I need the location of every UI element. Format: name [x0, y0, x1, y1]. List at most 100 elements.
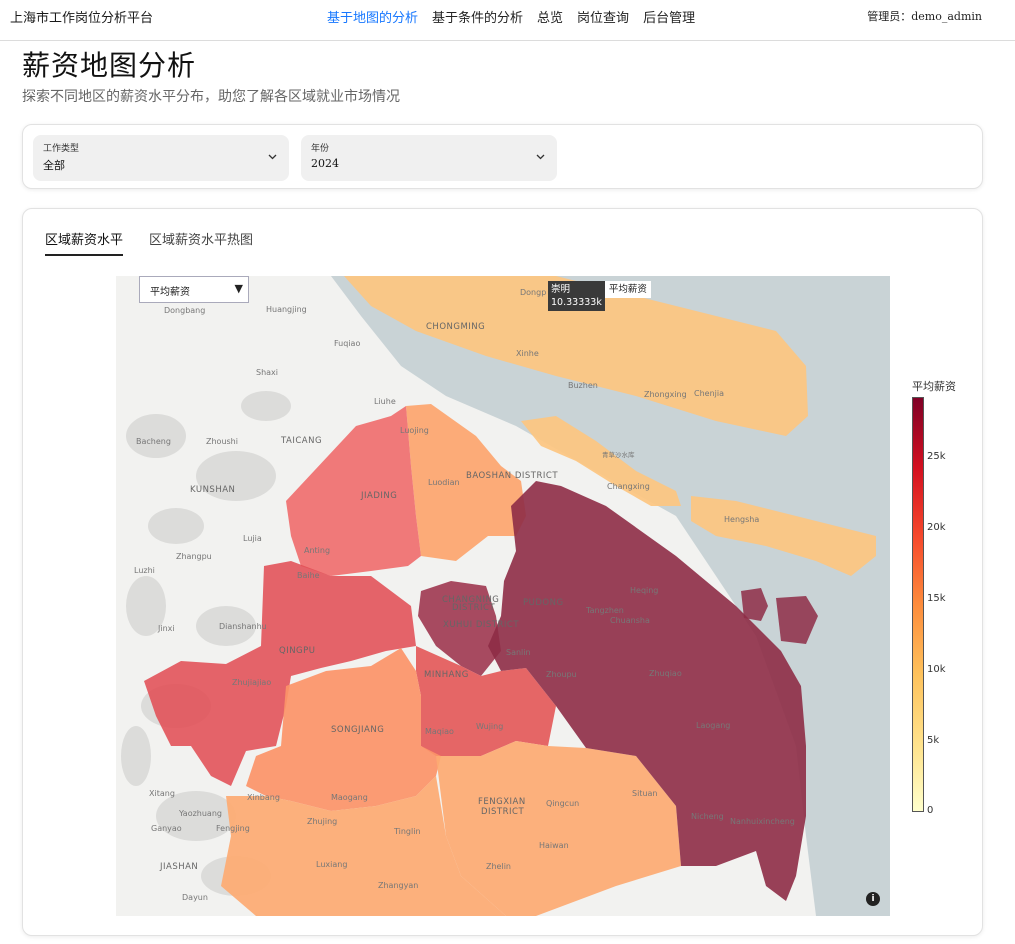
place-label-zhoushi: Zhoushi — [206, 437, 238, 446]
place-label-nanhuixincheng: Nanhuixincheng — [730, 817, 795, 826]
job-type-value: 全部 — [43, 159, 65, 172]
metric-dropdown[interactable]: 平均薪资 ▼ — [139, 276, 249, 303]
metric-dropdown-value: 平均薪资 — [150, 287, 190, 298]
legend-tick-25k: 25k — [927, 451, 946, 462]
year-select[interactable]: 年份 2024 — [301, 135, 557, 181]
place-label-zhuqiao: Zhuqiao — [649, 669, 682, 678]
place-label-jiashan: JIASHAN — [159, 862, 198, 872]
tooltip-body: 崇明 10.33333k — [548, 281, 605, 311]
place-label-xinhe: Xinhe — [516, 349, 539, 358]
salary-choropleth-map[interactable]: Dongbang Huangjing Fuqiao Shaxi Liuhe Ba… — [116, 276, 890, 916]
main-nav: 基于地图的分析 基于条件的分析 总览 岗位查询 后台管理 — [327, 7, 695, 26]
tab-region-salary-heatmap[interactable]: 区域薪资水平热图 — [149, 229, 253, 256]
place-label-sanlin: Sanlin — [506, 648, 531, 657]
place-label-maogang: Maogang — [331, 793, 368, 802]
place-label-lujia: Lujia — [243, 534, 262, 543]
place-label-kunshan: KUNSHAN — [190, 485, 235, 495]
place-label-fengxian: FENGXIAN — [478, 797, 526, 807]
place-label-wujing: Wujing — [476, 722, 503, 731]
place-label-minhang: MINHANG — [424, 670, 469, 680]
page-subtitle: 探索不同地区的薪资水平分布，助您了解各区域就业市场情况 — [22, 89, 400, 105]
place-label-nicheng: Nicheng — [691, 812, 724, 821]
place-label-shaxi: Shaxi — [256, 368, 278, 377]
place-label-qingcaosha: 青草沙水库 — [602, 450, 635, 459]
legend-tick-5k: 5k — [927, 735, 940, 746]
place-label-fengxian-district: DISTRICT — [481, 807, 524, 817]
place-label-chenjia: Chenjia — [694, 389, 724, 398]
place-label-fengjing: Fengjing — [216, 824, 250, 833]
place-label-luzhi: Luzhi — [134, 566, 155, 575]
tooltip-metric-name: 平均薪资 — [604, 281, 651, 298]
brand-title[interactable]: 上海市工作岗位分析平台 — [10, 7, 153, 26]
place-label-laogang: Laogang — [696, 721, 730, 730]
place-label-dianshanhu: Dianshanhu — [219, 622, 267, 631]
place-label-baihe: Baihe — [297, 571, 320, 580]
place-label-dongbang: Dongbang — [164, 306, 205, 315]
place-label-taicang: TAICANG — [280, 436, 322, 446]
colorbar — [912, 397, 924, 812]
legend-tick-0: 0 — [927, 805, 934, 816]
place-label-fuqiao: Fuqiao — [334, 339, 360, 348]
place-label-yaozhuang: Yaozhuang — [178, 809, 222, 818]
chevron-down-icon — [536, 152, 545, 163]
place-label-anting: Anting — [304, 546, 330, 555]
place-label-songjiang: SONGJIANG — [331, 725, 384, 735]
place-label-maqiao: Maqiao — [425, 727, 454, 736]
place-label-bacheng: Bacheng — [136, 437, 171, 446]
place-label-tinglin: Tinglin — [393, 827, 421, 836]
place-label-dayun: Dayun — [182, 893, 208, 902]
place-label-zhujing: Zhujing — [307, 817, 337, 826]
place-label-ganyao: Ganyao — [151, 824, 182, 833]
job-type-label: 工作类型 — [43, 144, 80, 154]
page-title: 薪资地图分析 — [22, 49, 197, 82]
place-label-buzhen: Buzhen — [568, 381, 598, 390]
place-label-jinxi: Jinxi — [157, 624, 175, 633]
chevron-down-icon — [268, 152, 277, 163]
nav-overview[interactable]: 总览 — [537, 7, 563, 26]
triangle-down-icon: ▼ — [234, 282, 243, 295]
place-label-zhangpu: Zhangpu — [176, 552, 212, 561]
place-label-chongming: CHONGMING — [426, 322, 485, 332]
tooltip-value: 10.33333k — [551, 297, 602, 308]
tab-region-salary[interactable]: 区域薪资水平 — [45, 229, 124, 256]
place-label-qingcun: Qingcun — [546, 799, 579, 808]
place-label-baoshan: BAOSHAN DISTRICT — [466, 471, 558, 481]
map-canvas[interactable]: Dongbang Huangjing Fuqiao Shaxi Liuhe Ba… — [116, 276, 890, 916]
place-label-luojing: Luojing — [400, 426, 429, 435]
legend-title: 平均薪资 — [912, 380, 956, 393]
place-label-zhelin: Zhelin — [486, 862, 511, 871]
legend-tick-15k: 15k — [927, 593, 946, 604]
place-label-zhangyan: Zhangyan — [378, 881, 418, 890]
top-navbar: 上海市工作岗位分析平台 基于地图的分析 基于条件的分析 总览 岗位查询 后台管理… — [0, 0, 1015, 41]
info-icon[interactable]: i — [866, 892, 880, 906]
place-label-liuhe: Liuhe — [374, 397, 396, 406]
place-label-hengsha: Hengsha — [724, 515, 759, 524]
place-label-situan: Situan — [632, 789, 657, 798]
place-label-tangzhen: Tangzhen — [585, 606, 624, 615]
place-label-xinbang: Xinbang — [247, 793, 280, 802]
user-label[interactable]: 管理员：demo_admin — [867, 8, 982, 24]
place-label-qingpu: QINGPU — [279, 646, 316, 656]
year-value: 2024 — [311, 157, 339, 170]
map-card: 区域薪资水平 区域薪资水平热图 Dongbang Huangjing Fuqia… — [22, 208, 983, 936]
place-label-luxiang: Luxiang — [316, 860, 347, 869]
legend-tick-20k: 20k — [927, 522, 946, 533]
map-hover-tooltip: 崇明 10.33333k 平均薪资 — [548, 281, 651, 311]
nav-job-search[interactable]: 岗位查询 — [577, 7, 629, 26]
place-label-jiading: JIADING — [360, 491, 397, 501]
place-label-zhoupu: Zhoupu — [546, 670, 577, 679]
place-label-xitang: Xitang — [149, 789, 175, 798]
place-label-dongping: Dongp — [520, 288, 546, 297]
nav-condition-analysis[interactable]: 基于条件的分析 — [432, 7, 523, 26]
place-label-huangjing: Huangjing — [266, 305, 307, 314]
tooltip-district: 崇明 — [551, 284, 571, 295]
place-label-xuhui: XUHUI DISTRICT — [443, 620, 519, 630]
job-type-select[interactable]: 工作类型 全部 — [33, 135, 289, 181]
place-label-heqing: Heqing — [630, 586, 658, 595]
place-label-haiwan: Haiwan — [539, 841, 569, 850]
nav-map-analysis[interactable]: 基于地图的分析 — [327, 7, 418, 26]
nav-admin[interactable]: 后台管理 — [643, 7, 695, 26]
filter-card: 工作类型 全部 年份 2024 — [22, 124, 983, 189]
place-label-district: DISTRICT — [452, 603, 495, 613]
map-tabs: 区域薪资水平 区域薪资水平热图 — [45, 229, 253, 256]
